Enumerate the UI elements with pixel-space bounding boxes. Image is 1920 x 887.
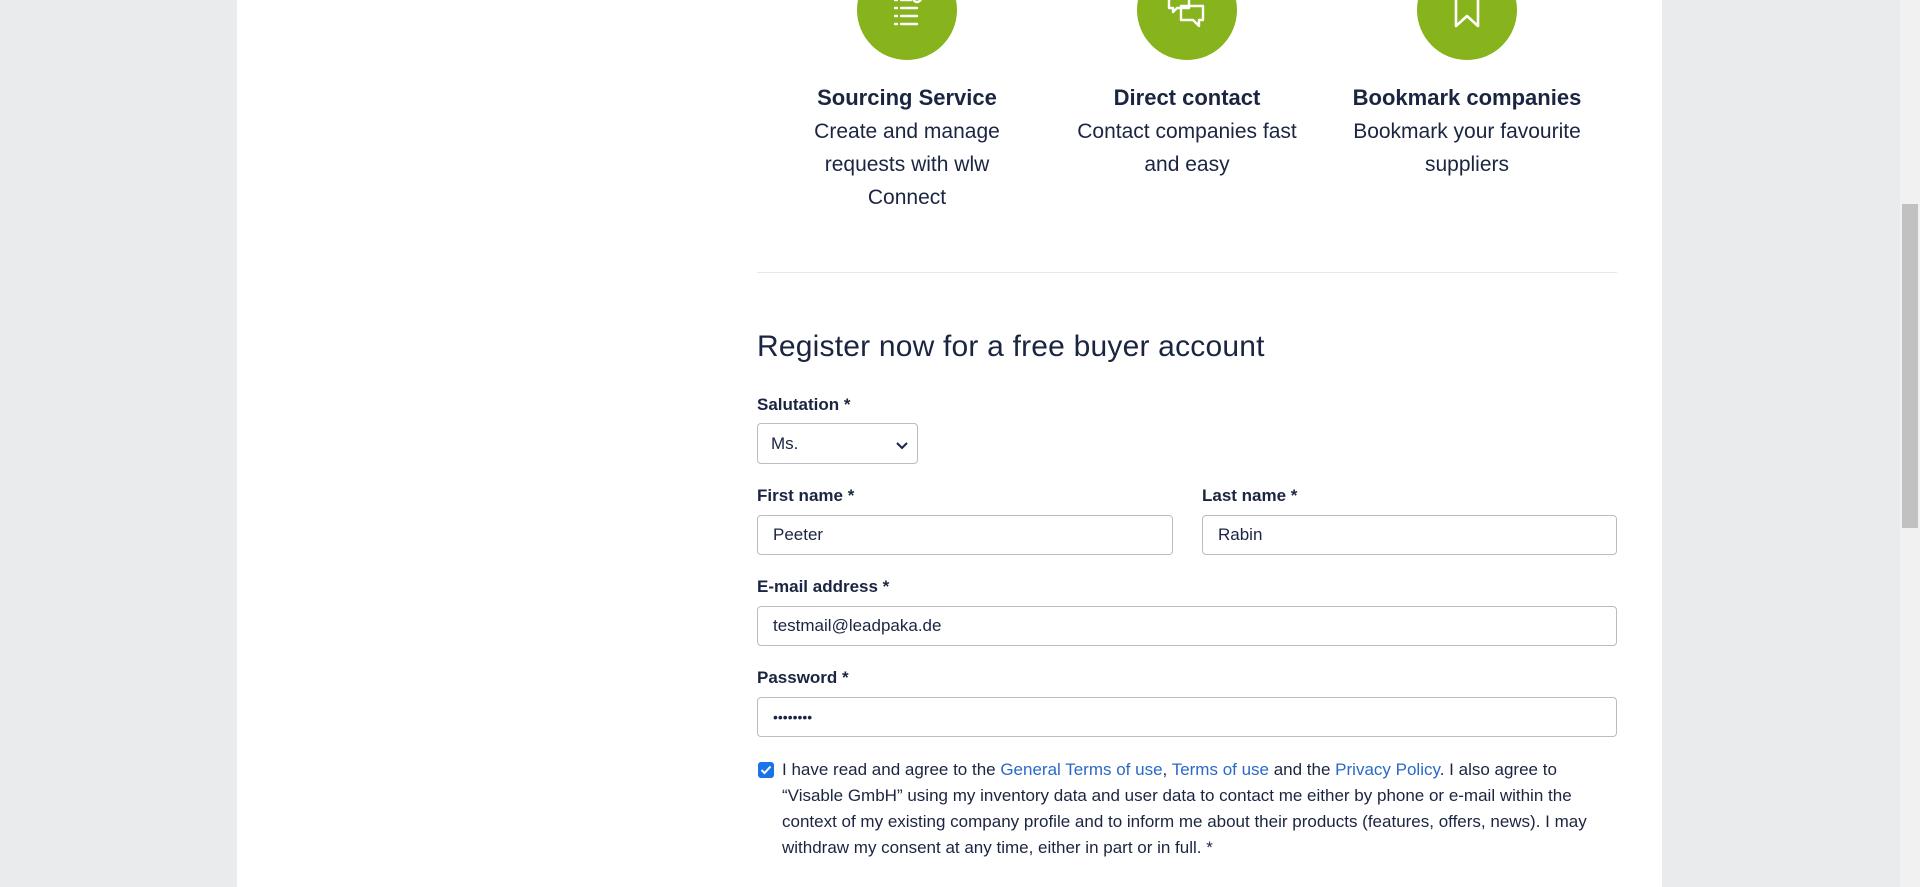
email-field[interactable]: testmail@leadpaka.de [757,606,1617,646]
page-scrollbar[interactable] [1900,0,1920,887]
feature-title: Sourcing Service [817,85,997,110]
feature-description: Contact companies fast and easy [1057,115,1317,181]
first-name-field[interactable]: Peeter [757,515,1173,555]
chat-bubbles-icon [1137,0,1237,60]
last-name-field[interactable]: Rabin [1202,515,1617,555]
feature-description: Bookmark your favourite suppliers [1337,115,1597,181]
feature-description-line: Connect [867,186,947,209]
consent-text: I have read and agree to the General Ter… [782,757,1622,861]
consent-text-part: and the [1269,760,1336,779]
email-label: E-mail address * [757,577,890,596]
consent-checkbox[interactable] [758,762,774,778]
scrollbar-thumb[interactable] [1902,204,1918,528]
bookmark-icon [1417,0,1517,60]
salutation-label: Salutation * [757,395,851,414]
privacy-policy-link[interactable]: Privacy Policy [1335,760,1440,779]
salutation-value: Ms. [771,434,799,453]
feature-description: Create and manage requests with wlw Conn… [777,115,1037,214]
features-section: Sourcing Service Create and manage reque… [757,0,1617,273]
feature-title: Direct contact [1113,85,1261,110]
salutation-select[interactable]: Ms. [757,423,918,464]
checkmark-icon [760,765,772,775]
password-label: Password * [757,668,849,687]
password-field[interactable]: •••••••• [757,697,1617,737]
list-search-icon [857,0,957,60]
feature-description-line: Bookmark your favourite [1353,120,1581,143]
feature-description-line: Contact companies fast [1077,120,1297,143]
page-container: Sourcing Service Create and manage reque… [237,0,1662,887]
last-name-label: Last name * [1202,486,1298,505]
feature-title: Bookmark companies [1352,85,1582,110]
registration-heading: Register now for a free buyer account [757,330,1265,363]
first-name-label: First name * [757,486,855,505]
feature-description-line: suppliers [1424,153,1510,176]
chevron-down-icon [895,436,909,456]
section-divider [757,272,1617,273]
general-terms-link[interactable]: General Terms of use [1000,760,1162,779]
feature-description-line: requests with wlw [824,153,990,176]
feature-description-line: and easy [1144,153,1230,176]
consent-text-part: I have read and agree to the [782,760,1001,779]
feature-description-line: Create and manage [814,120,1000,143]
terms-of-use-link[interactable]: Terms of use [1172,760,1269,779]
consent-text-part: , [1162,760,1172,779]
